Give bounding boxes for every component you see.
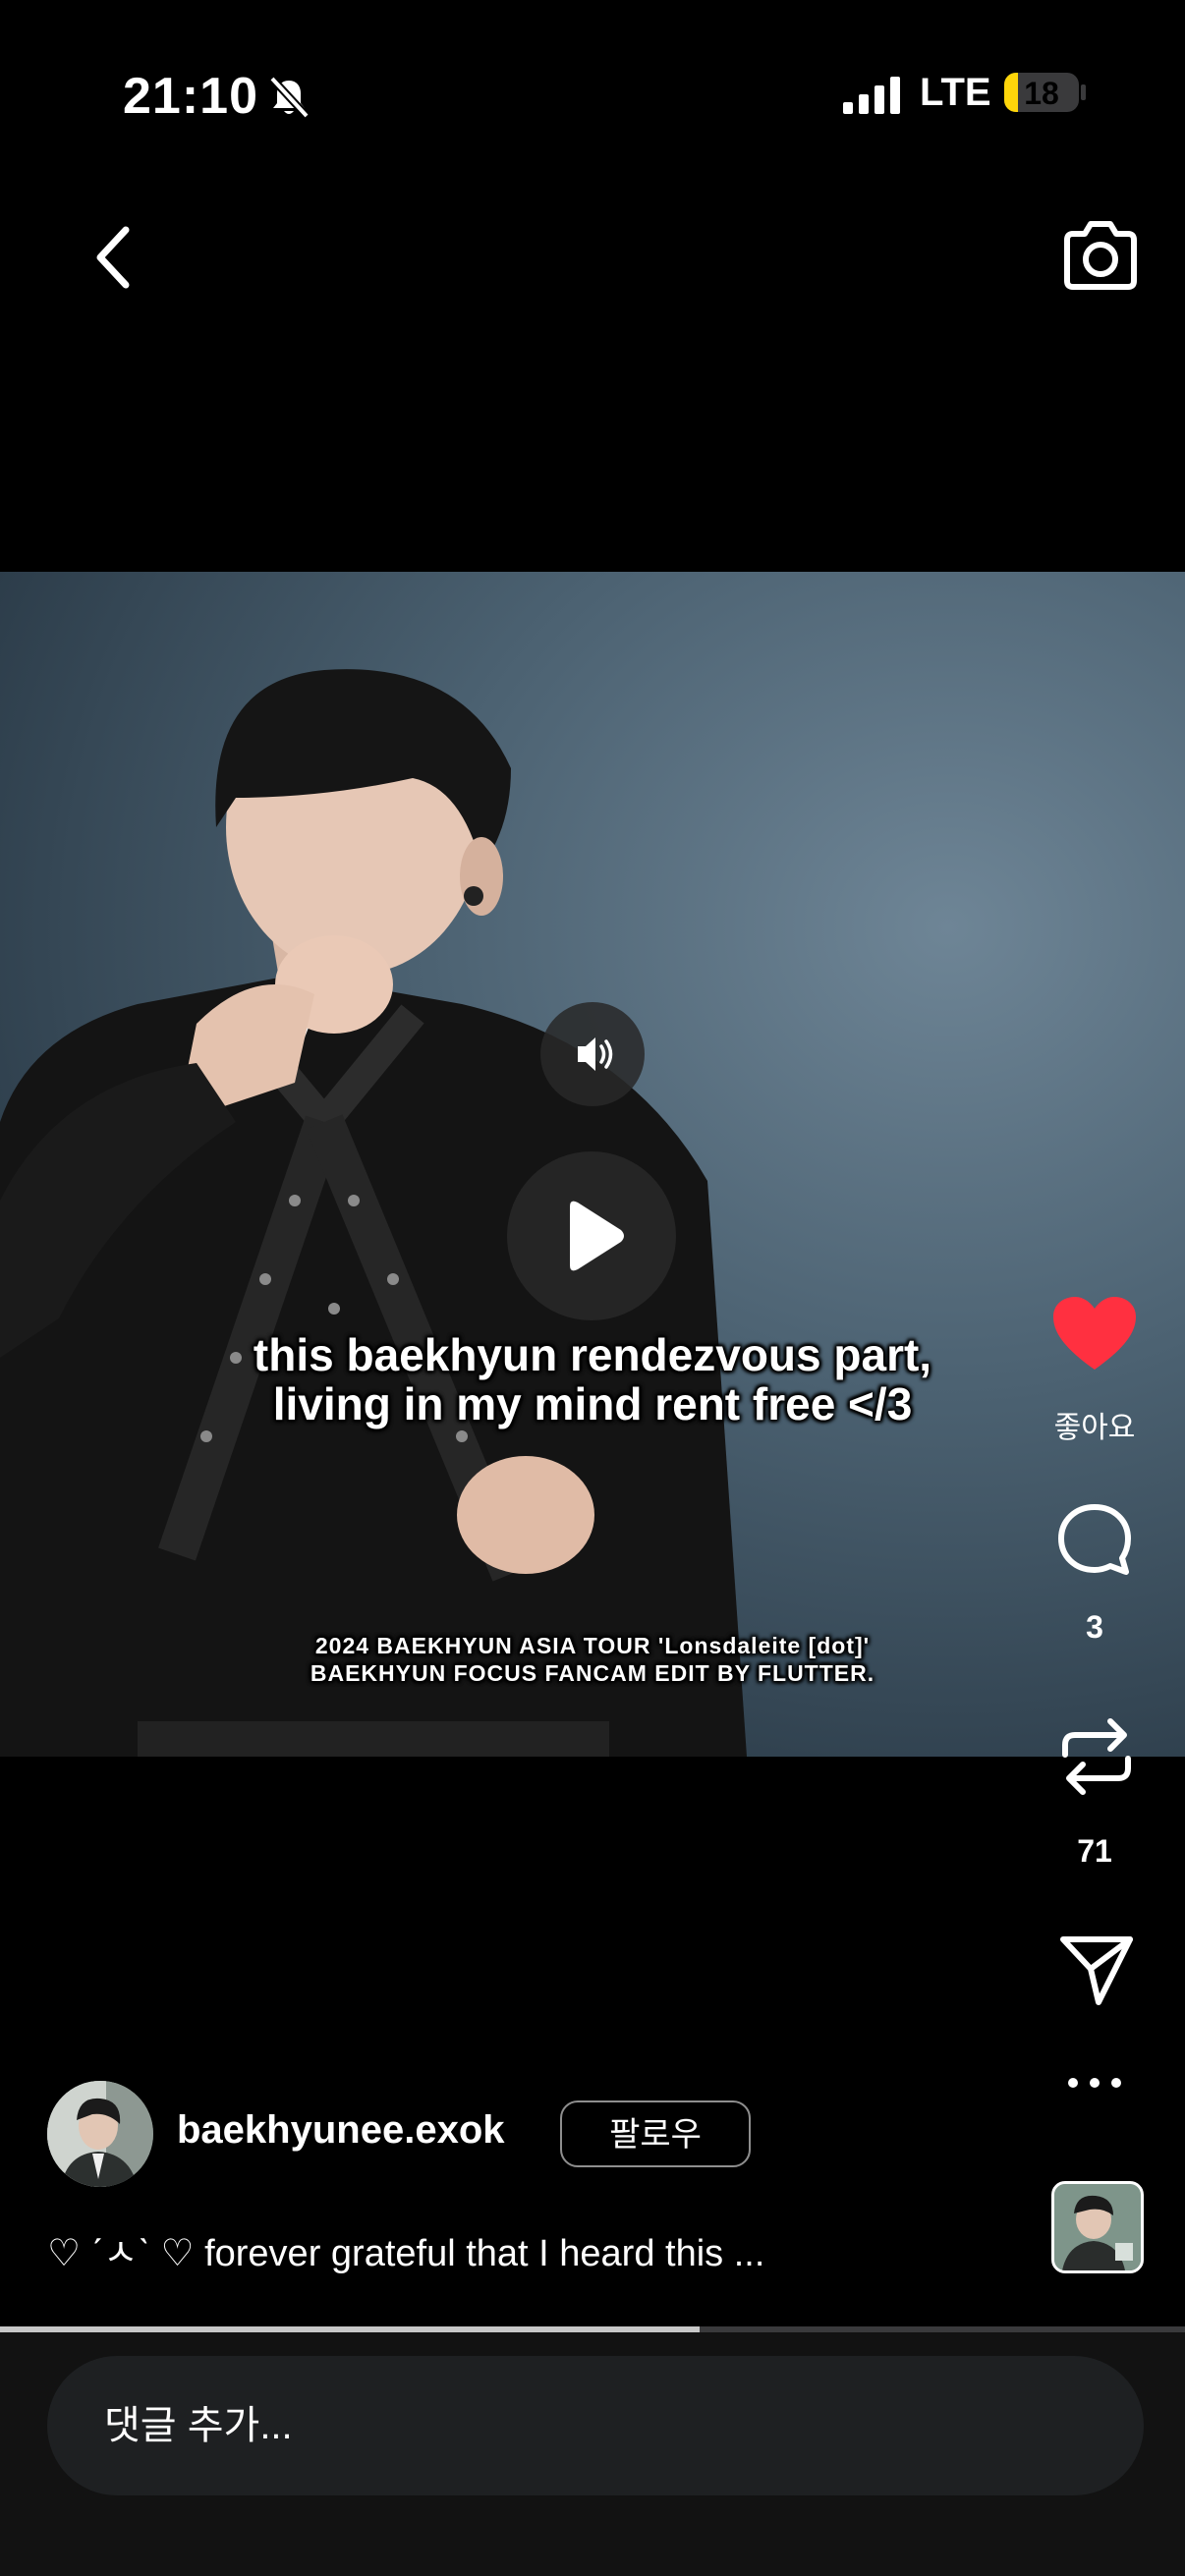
mute-toggle-button[interactable] [540, 1002, 645, 1106]
comment-bubble-icon [1058, 1504, 1131, 1575]
comment-input-placeholder: 댓글 추가... [104, 2404, 293, 2447]
repost-icon [1062, 1718, 1131, 1795]
post-caption[interactable]: ♡ ˊㅅˋ ♡ forever grateful that I heard th… [47, 2222, 764, 2276]
chevron-left-icon [96, 226, 130, 289]
comment-count: 3 [1086, 1609, 1103, 1645]
share-button[interactable] [1059, 1933, 1134, 2011]
heart-icon [1053, 1297, 1136, 1370]
profile-picture [47, 2081, 153, 2187]
status-time: 21:10 [123, 68, 258, 125]
like-label: 좋아요 [1053, 1412, 1136, 1444]
video-credit-line-1: 2024 BAEKHYUN ASIA TOUR 'Lonsdaleite [do… [314, 1633, 871, 1658]
audio-thumbnail[interactable] [1051, 2181, 1144, 2273]
silent-bell-icon [267, 75, 310, 125]
play-icon [570, 1201, 624, 1271]
battery-cap [1081, 84, 1086, 100]
back-button[interactable] [86, 218, 141, 297]
video-caption-line-1: this baekhyun rendezvous part, [253, 1329, 932, 1380]
battery-icon: 18 [1004, 73, 1079, 112]
audio-cover-image [1054, 2184, 1141, 2270]
cellular-signal-icon [843, 77, 904, 119]
comment-input[interactable]: 댓글 추가... [47, 2356, 1144, 2495]
repost-button[interactable] [1059, 1711, 1134, 1807]
like-button[interactable] [1051, 1295, 1138, 1378]
video-credit-line-2: BAEKHYUN FOCUS FANCAM EDIT BY FLUTTER. [310, 1660, 875, 1686]
camera-button[interactable] [1059, 218, 1142, 293]
speaker-icon [578, 1037, 613, 1071]
network-type: LTE [920, 71, 991, 114]
play-button[interactable] [507, 1151, 676, 1320]
video-caption-line-2: living in my mind rent free </3 [272, 1378, 913, 1429]
comment-button[interactable] [1055, 1501, 1134, 1585]
battery-level: 18 [1024, 76, 1059, 111]
username[interactable]: baekhyunee.exok [177, 2108, 505, 2153]
paper-plane-icon [1060, 1936, 1133, 2005]
more-options-button[interactable] [1067, 2075, 1122, 2096]
avatar[interactable] [47, 2081, 153, 2187]
more-dots-icon [1068, 2078, 1121, 2088]
video-player[interactable]: this baekhyun rendezvous part, living in… [0, 572, 1185, 1757]
camera-icon [1064, 221, 1137, 290]
follow-button[interactable]: 팔로우 [560, 2100, 751, 2167]
repost-count: 71 [1077, 1833, 1112, 1869]
